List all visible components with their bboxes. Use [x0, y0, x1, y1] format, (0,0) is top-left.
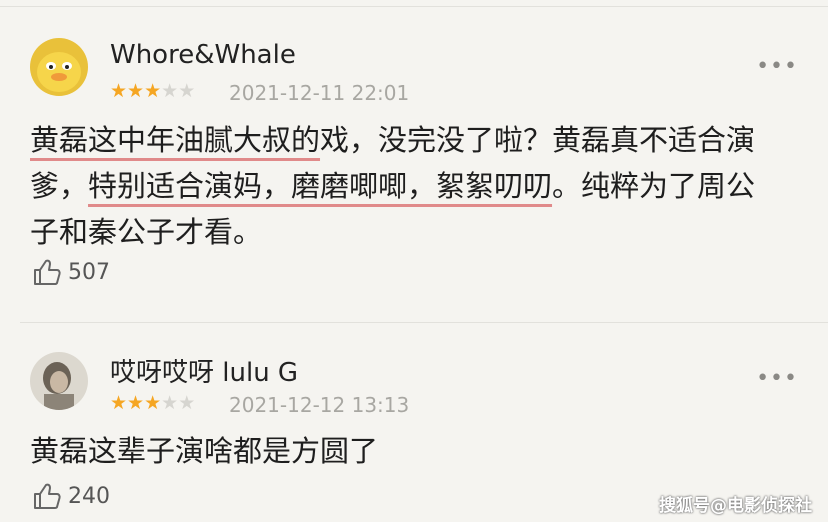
comment-text-line: 子和秦公子才看。 [30, 209, 810, 255]
star-empty-icon: ★ [178, 392, 196, 414]
avatar[interactable] [30, 352, 88, 410]
top-divider [0, 6, 828, 7]
duck-avatar-icon [30, 38, 88, 96]
portrait-avatar-icon [30, 352, 88, 410]
timestamp: 2021-12-12 13:13 [229, 393, 410, 417]
like-count: 240 [68, 483, 110, 509]
star-empty-icon: ★ [161, 80, 179, 102]
star-filled-icon: ★ [144, 392, 162, 414]
like-button[interactable]: 507 [32, 257, 110, 287]
watermark: 搜狐号@电影侦探社 [659, 496, 812, 516]
comment-text-line: 黄磊这辈子演啥都是方圆了 [30, 428, 810, 474]
more-dots-icon[interactable]: ••• [756, 56, 798, 78]
text-segment: 戏，没完没了啦？黄磊真不适合演 [320, 123, 756, 157]
rating-stars: ★★★★★ [110, 394, 195, 413]
comment-text-line: 黄磊这中年油腻大叔的戏，没完没了啦？黄磊真不适合演 [30, 117, 810, 163]
underlined-text: 特别适合演妈，磨磨唧唧，絮絮叨叨 [88, 169, 553, 203]
underlined-text: 黄磊这中年油腻大叔的 [30, 123, 321, 157]
text-segment: 爹， [30, 169, 89, 203]
thumbs-up-icon [34, 259, 61, 285]
avatar[interactable] [30, 38, 88, 96]
star-filled-icon: ★ [127, 80, 145, 102]
thumbs-up-icon [34, 483, 61, 509]
text-segment: 黄磊这辈子演啥都是方圆了 [30, 434, 379, 468]
star-empty-icon: ★ [161, 392, 179, 414]
star-filled-icon: ★ [127, 392, 145, 414]
star-empty-icon: ★ [178, 80, 196, 102]
text-segment: 。纯粹为了周公 [552, 169, 756, 203]
comment-divider [20, 322, 828, 323]
like-button[interactable]: 240 [32, 481, 110, 511]
star-filled-icon: ★ [144, 80, 162, 102]
more-dots-icon[interactable]: ••• [756, 368, 798, 390]
rating-stars: ★★★★★ [110, 82, 195, 101]
comment-text: 黄磊这中年油腻大叔的戏，没完没了啦？黄磊真不适合演 爹，特别适合演妈，磨磨唧唧，絮… [30, 117, 810, 255]
like-count: 507 [68, 259, 110, 285]
timestamp: 2021-12-11 22:01 [229, 81, 410, 105]
username[interactable]: 哎呀哎呀 lulu G [110, 352, 298, 389]
comment-text: 黄磊这辈子演啥都是方圆了 [30, 428, 810, 474]
text-segment: 子和秦公子才看。 [30, 215, 263, 249]
username[interactable]: Whore&Whale [110, 40, 296, 70]
star-filled-icon: ★ [110, 392, 128, 414]
comment-text-line: 爹，特别适合演妈，磨磨唧唧，絮絮叨叨。纯粹为了周公 [30, 163, 810, 209]
star-filled-icon: ★ [110, 80, 128, 102]
